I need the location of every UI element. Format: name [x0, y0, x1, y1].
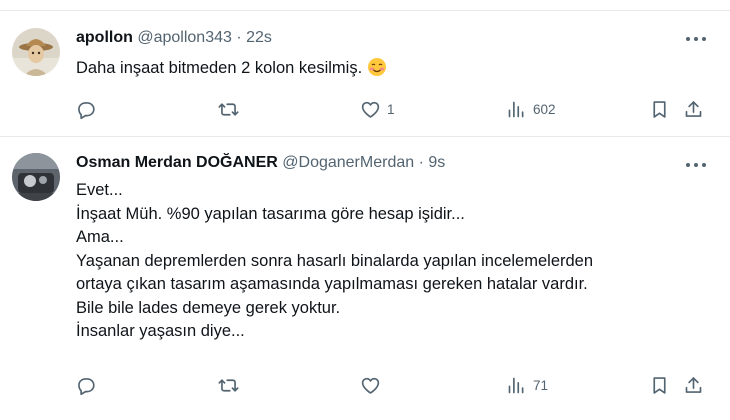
- tweet-text: Evet... İnşaat Müh. %90 yapılan tasarıma…: [76, 179, 710, 344]
- views-icon: [508, 101, 524, 117]
- views-button[interactable]: 71: [506, 371, 548, 399]
- action-bar: 1 602: [0, 95, 730, 123]
- like-button[interactable]: 1: [360, 95, 395, 123]
- handle[interactable]: @DoganerMerdan: [282, 154, 414, 171]
- views-button[interactable]: 602: [506, 95, 556, 123]
- display-name[interactable]: apollon: [76, 29, 133, 46]
- repost-button[interactable]: [218, 95, 245, 123]
- reply-button[interactable]: [75, 371, 102, 399]
- views-count: 71: [533, 377, 549, 393]
- views-count: 602: [533, 101, 556, 117]
- display-name[interactable]: Osman Merdan DOĞANER: [76, 154, 278, 171]
- share-icon: [685, 100, 702, 117]
- tweet-text: Daha inşaat bitmeden 2 kolon kesilmiş.: [76, 57, 710, 81]
- tweet-text-line: İnşaat Müh. %90 yapılan tasarıma göre he…: [76, 204, 465, 223]
- share-button[interactable]: [683, 371, 704, 399]
- smiling-face-with-blush-emoji: [367, 58, 386, 76]
- more-icon[interactable]: [684, 29, 708, 49]
- avatar[interactable]: [12, 153, 60, 201]
- like-icon: [361, 377, 380, 394]
- repost-button[interactable]: [218, 371, 245, 399]
- bookmark-icon: [653, 376, 666, 394]
- handle[interactable]: @apollon343: [137, 29, 232, 46]
- avatar[interactable]: [12, 28, 60, 76]
- timestamp[interactable]: 9s: [428, 154, 445, 171]
- views-icon: [508, 377, 524, 393]
- like-button[interactable]: [360, 371, 387, 399]
- tweet-text-line: ortaya çıkan tasarım aşamasında yapılmam…: [76, 275, 588, 293]
- bookmark-button[interactable]: [649, 371, 670, 399]
- more-icon[interactable]: [684, 155, 708, 175]
- reply-icon: [78, 101, 95, 119]
- share-icon: [685, 376, 702, 393]
- tweet-text-line: Ama...: [76, 228, 124, 246]
- tweet-text-line: İnsanlar yaşasın diye...: [76, 322, 245, 340]
- bookmark-icon: [653, 100, 666, 118]
- tweet[interactable]: apollon @apollon343 · 22s Daha inşaat bi…: [0, 11, 730, 137]
- action-bar: 71: [0, 371, 730, 399]
- tweet-header: apollon @apollon343 · 22s: [76, 28, 670, 48]
- tweet-header: Osman Merdan DOĞANER @DoganerMerdan · 9s: [76, 153, 670, 173]
- like-icon: [361, 101, 380, 118]
- reply-icon: [78, 377, 95, 395]
- like-count: 1: [387, 101, 395, 117]
- tweet[interactable]: Osman Merdan DOĞANER @DoganerMerdan · 9s…: [0, 137, 730, 420]
- top-divider: [0, 0, 730, 11]
- tweet-text-line: Evet...: [76, 181, 123, 199]
- separator: ·: [236, 29, 242, 46]
- bookmark-button[interactable]: [649, 95, 670, 123]
- share-button[interactable]: [683, 95, 704, 123]
- tweet-text-line: Daha inşaat bitmeden 2 kolon kesilmiş.: [76, 59, 363, 77]
- reply-button[interactable]: [75, 95, 102, 123]
- tweet-text-line: Bile bile lades demeye gerek yoktur.: [76, 298, 341, 317]
- separator: ·: [418, 154, 424, 171]
- tweet-text-line: Yaşanan depremlerden sonra hasarlı binal…: [76, 251, 594, 270]
- repost-icon: [218, 102, 239, 116]
- timestamp[interactable]: 22s: [246, 29, 272, 46]
- repost-icon: [218, 378, 239, 392]
